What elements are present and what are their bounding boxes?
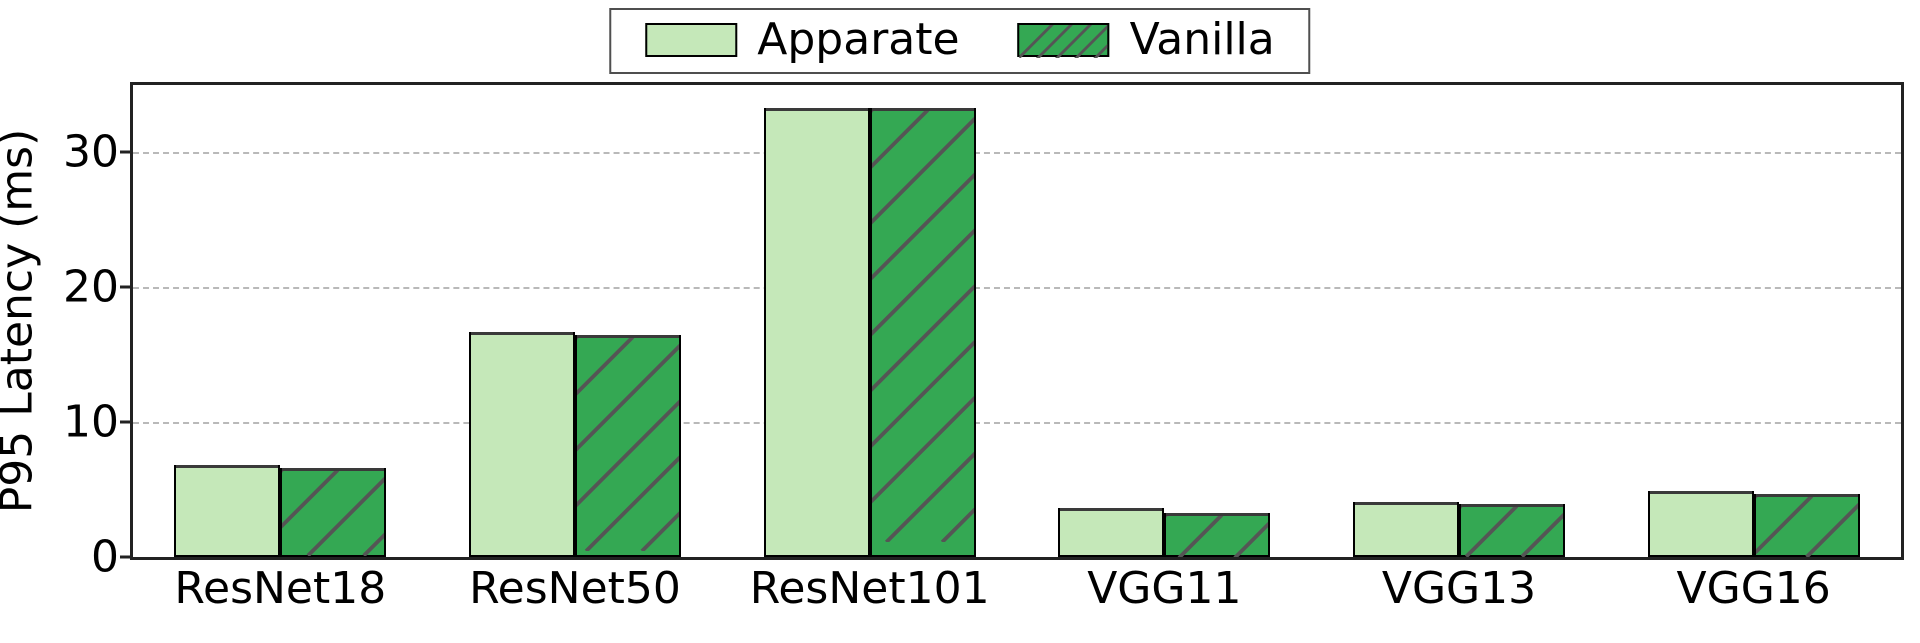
ytick-mark [120, 421, 133, 424]
bar-vanilla [575, 335, 681, 558]
bar-apparate [1353, 502, 1459, 557]
xtick-label: ResNet18 [174, 563, 386, 614]
bar-vanilla [870, 108, 976, 557]
chart-root: Apparate Vanilla P95 Latency (ms) [0, 0, 1920, 643]
legend-swatch-vanilla [1018, 23, 1110, 57]
ytick-label: 30 [63, 127, 119, 178]
hatch-icon [577, 337, 679, 551]
xtick-label: ResNet101 [750, 563, 990, 614]
xtick-label: VGG13 [1382, 563, 1536, 614]
bar-apparate [469, 332, 575, 557]
ytick-label: 0 [91, 532, 119, 583]
legend-hatch-icon [1020, 25, 1108, 58]
hatch-icon [1756, 496, 1858, 557]
bar-apparate [1648, 491, 1754, 557]
error-cap [577, 335, 679, 338]
ytick-label: 20 [63, 262, 119, 313]
legend: Apparate Vanilla [609, 8, 1310, 74]
error-cap [1650, 491, 1752, 494]
error-cap [176, 465, 278, 468]
error-cap [1756, 494, 1858, 497]
hatch-icon [1461, 506, 1563, 557]
xtick-label: VGG16 [1677, 563, 1831, 614]
gridline [133, 422, 1901, 424]
ytick-mark [120, 151, 133, 154]
gridline [133, 152, 1901, 154]
ytick-mark [120, 286, 133, 289]
ytick-mark [120, 556, 133, 559]
bar-vanilla [280, 468, 386, 557]
error-cap [1355, 502, 1457, 505]
hatch-icon [872, 110, 974, 542]
legend-item-vanilla: Vanilla [1018, 18, 1275, 62]
error-cap [471, 332, 573, 335]
legend-swatch-apparate [645, 23, 737, 57]
bar-vanilla [1459, 504, 1565, 557]
error-cap [282, 468, 384, 471]
hatch-icon [282, 470, 384, 556]
legend-item-apparate: Apparate [645, 18, 959, 62]
bar-vanilla [1754, 494, 1860, 557]
xtick-label: VGG11 [1087, 563, 1241, 614]
bar-vanilla [1164, 513, 1270, 558]
plot-area: P95 Latency (ms) 0102030ResNet18ResNet50… [130, 82, 1904, 560]
error-cap [766, 108, 868, 111]
bar-apparate [174, 465, 280, 557]
legend-label-vanilla: Vanilla [1130, 18, 1275, 62]
bar-apparate [1058, 508, 1164, 557]
legend-label-apparate: Apparate [757, 18, 959, 62]
hatch-icon [1166, 515, 1268, 558]
error-cap [1060, 508, 1162, 511]
error-cap [1461, 504, 1563, 507]
xtick-label: ResNet50 [469, 563, 681, 614]
error-cap [1166, 513, 1268, 516]
y-axis-title: P95 Latency (ms) [0, 129, 43, 514]
ytick-label: 10 [63, 397, 119, 448]
error-cap [872, 108, 974, 111]
gridline [133, 287, 1901, 289]
bar-apparate [764, 108, 870, 557]
